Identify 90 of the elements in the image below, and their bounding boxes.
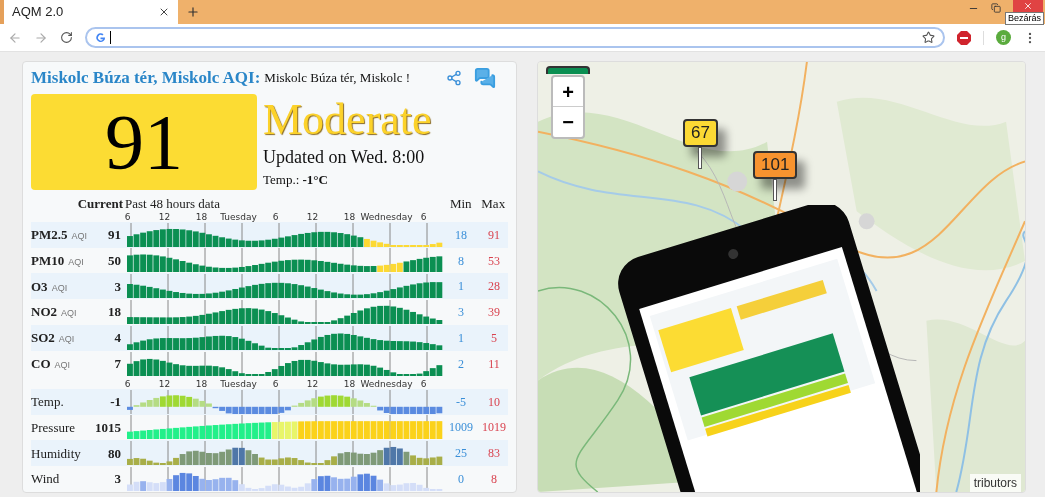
max-value: 91 [488, 226, 500, 244]
history-header: Past 48 hours data [125, 196, 221, 210]
time-axis-label: 6 [272, 212, 279, 222]
current-value: 1015 [95, 418, 121, 437]
current-value: 3 [114, 470, 121, 489]
max-value: 8 [491, 471, 497, 489]
max-value: 83 [488, 445, 500, 463]
current-value: 50 [108, 251, 121, 270]
current-header: Current [77, 196, 123, 210]
unit-label: AQI [68, 255, 84, 269]
search-engine-icon [95, 32, 106, 43]
max-value: 1019 [482, 419, 506, 437]
unit-label: AQI [71, 230, 87, 243]
time-axis-label: 6 [420, 212, 427, 222]
time-axis-label: 18 [343, 379, 356, 389]
current-value: 4 [114, 329, 121, 348]
window-close-button[interactable] [1013, 0, 1043, 12]
adblock-icon[interactable] [957, 30, 971, 45]
aqi-value: 91 [105, 103, 183, 181]
time-axis-label: 12 [158, 379, 171, 389]
time-axis-label: 6 [124, 379, 131, 389]
time-axis-label: 12 [158, 212, 171, 222]
time-axis-label: 18 [195, 212, 208, 222]
unit-label: AQI [51, 281, 68, 295]
time-axis-label: Tuesday [220, 212, 257, 222]
min-value: 0 [458, 471, 464, 489]
max-header: Max [480, 196, 507, 210]
min-header: Min [448, 196, 473, 210]
browser-tab[interactable]: AQM 2.0 [0, 0, 178, 24]
min-value: -5 [456, 393, 466, 411]
pollutant-label: PM2.5 [31, 226, 68, 244]
pollutant-label: CO [31, 355, 51, 374]
max-value: 5 [491, 330, 497, 348]
current-value: 18 [108, 303, 121, 322]
pollutant-label: O3 [31, 277, 48, 296]
reload-icon[interactable] [60, 31, 73, 44]
time-axis-label: 12 [306, 379, 319, 389]
pollutant-label: NO2 [31, 303, 57, 322]
station-title: Miskolc Búza tér, Miskolc AQI: [31, 67, 261, 90]
current-value: 7 [114, 355, 121, 374]
close-icon [1023, 1, 1033, 11]
close-icon[interactable] [158, 6, 170, 18]
min-value: 25 [455, 445, 467, 463]
unit-label: AQI [54, 359, 70, 373]
max-value: 39 [488, 304, 500, 322]
unit-label: AQI [61, 307, 77, 321]
min-value: 18 [455, 226, 467, 244]
back-icon[interactable] [8, 30, 22, 45]
min-value: 1 [458, 278, 464, 296]
updated-text: Updated on Wed. 8:00 [263, 146, 426, 168]
max-value: 53 [488, 252, 500, 270]
temperature-text: Temp.: -1°C [263, 171, 329, 189]
chat-icon[interactable] [474, 67, 496, 89]
max-value: 11 [488, 355, 500, 373]
min-value: 8 [458, 252, 464, 270]
time-axis-label: Tuesday [220, 379, 257, 389]
aqi-category: Moderate [263, 94, 432, 146]
min-value: 3 [458, 304, 464, 322]
pollutant-label: Humidity [31, 444, 81, 463]
max-value: 10 [488, 393, 500, 411]
pollutant-label: Temp. [31, 392, 64, 411]
pollutant-label: Pressure [31, 418, 76, 437]
time-axis-label: Wednesday [360, 212, 413, 222]
time-axis-label: 12 [306, 212, 319, 222]
min-value: 2 [458, 355, 464, 373]
pollutant-label: PM10 [31, 251, 65, 270]
current-value: 91 [108, 226, 121, 244]
time-axis-label: 6 [420, 379, 427, 389]
time-axis-label: 18 [343, 212, 356, 222]
pollutant-label: SO2 [31, 329, 55, 348]
tab-title: AQM 2.0 [12, 3, 64, 22]
min-value: 1009 [449, 419, 473, 437]
unit-label: AQI [58, 333, 75, 347]
share-icon[interactable] [446, 70, 462, 86]
max-value: 28 [488, 278, 500, 296]
current-value: 80 [108, 444, 121, 463]
forward-icon[interactable] [34, 30, 48, 45]
min-value: 1 [458, 330, 464, 348]
tooltip: Bezárás [1004, 12, 1044, 25]
current-value: -1 [110, 392, 121, 411]
time-axis-label: 6 [272, 379, 279, 389]
pollutant-label: Wind [31, 470, 60, 489]
station-subtitle: Miskolc Búza tér, Miskolc ! [264, 69, 411, 88]
time-axis-label: 6 [124, 212, 131, 222]
current-value: 3 [114, 277, 121, 296]
time-axis-label: 18 [195, 379, 208, 389]
new-tab-icon[interactable] [186, 5, 200, 19]
restore-icon[interactable] [991, 3, 1001, 13]
time-axis-label: Wednesday [360, 379, 413, 389]
bookmark-star-icon[interactable] [922, 31, 935, 44]
